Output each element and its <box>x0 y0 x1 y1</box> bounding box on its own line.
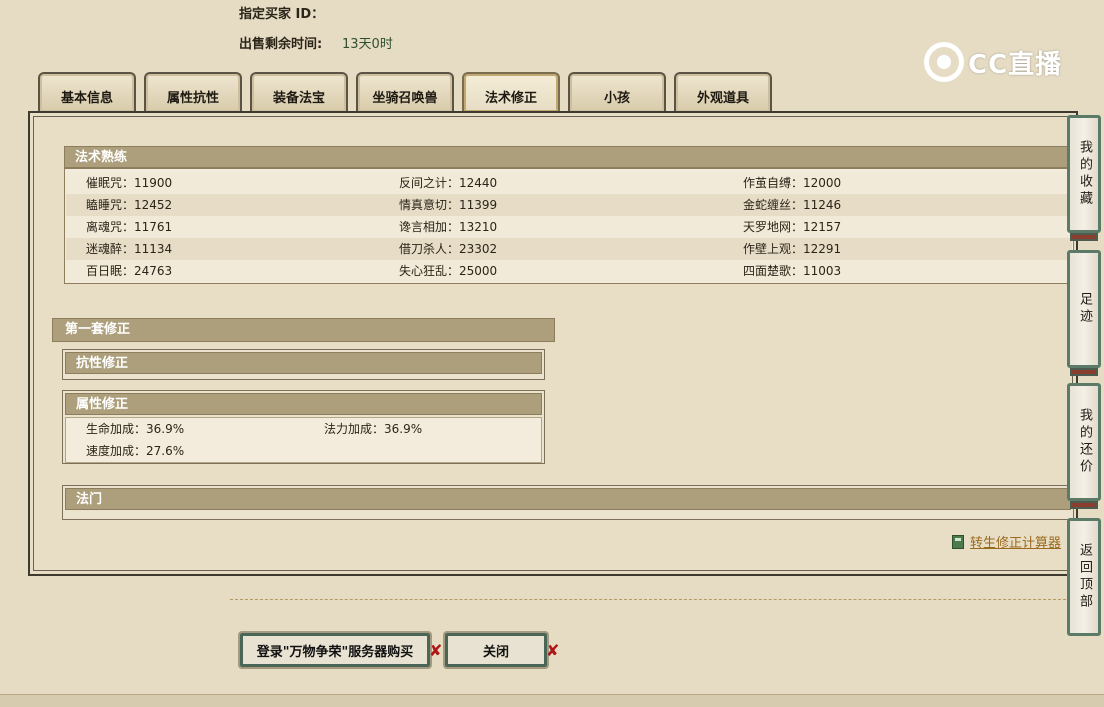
tab-child[interactable]: 小孩 <box>568 72 666 112</box>
tab-appearance[interactable]: 外观道具 <box>674 72 772 112</box>
spell-value: 迷魂醉：11134 <box>86 242 173 256</box>
spell-value: 百日眠：24763 <box>86 264 173 278</box>
tab-basic-info[interactable]: 基本信息 <box>38 72 136 112</box>
resistance-modifier-box: 抗性修正 <box>62 349 545 380</box>
cc-logo-icon <box>924 42 964 82</box>
attribute-value: 法力加成：36.9% <box>324 422 423 436</box>
first-set-header: 第一套修正 <box>52 318 555 342</box>
side-connector <box>1070 501 1098 509</box>
table-row: 百日眠：24763 失心狂乱：25000 四面楚歌：11003 <box>66 260 1072 282</box>
ribbon-icon: ✘ <box>546 641 560 660</box>
attribute-modifier-header: 属性修正 <box>65 393 542 415</box>
spell-mastery-header: 法术熟练 <box>64 146 1074 168</box>
time-remaining-label: 出售剩余时间: <box>239 37 323 52</box>
tab-attribute-resistance[interactable]: 属性抗性 <box>144 72 242 112</box>
spell-value: 金蛇缠丝：11246 <box>743 198 842 212</box>
spell-value: 瞌睡咒：12452 <box>86 198 173 212</box>
cc-live-logo: CC直播 <box>924 40 1074 84</box>
spell-value: 作茧自缚：12000 <box>743 176 842 190</box>
ribbon-icon: ✘ <box>429 641 443 660</box>
table-row: 迷魂醉：11134 借刀杀人：23302 作壁上观：12291 <box>66 238 1072 260</box>
spell-value: 失心狂乱：25000 <box>399 264 498 278</box>
spell-value: 借刀杀人：23302 <box>399 242 498 256</box>
spell-value: 作壁上观：12291 <box>743 242 842 256</box>
tab-mount-summon[interactable]: 坐骑召唤兽 <box>356 72 454 112</box>
side-footprint-button[interactable]: 足迹 <box>1067 250 1101 368</box>
close-label: 关闭 <box>482 644 509 660</box>
buy-server-label: 登录"万物争荣"服务器购买 <box>256 644 414 660</box>
attribute-value: 生命加成：36.9% <box>86 422 185 436</box>
rebirth-calculator-label: 转生修正计算器 <box>970 536 1062 551</box>
spell-value: 四面楚歌：11003 <box>743 264 842 278</box>
side-back-to-top-button[interactable]: 返回顶部 <box>1067 518 1101 636</box>
attribute-value: 速度加成：27.6% <box>86 444 185 458</box>
spell-value: 催眠咒：11900 <box>86 176 173 190</box>
cc-logo-text: CC直播 <box>968 49 1063 80</box>
side-favorites-button[interactable]: 我的收藏 <box>1067 115 1101 233</box>
school-box: 法门 <box>62 485 1074 520</box>
tab-spell-modifier[interactable]: 法术修正 <box>462 72 560 112</box>
calculator-icon <box>952 534 964 549</box>
close-button[interactable]: 关闭 ✘ <box>443 631 559 669</box>
table-row: 瞌睡咒：12452 情真意切：11399 金蛇缠丝：11246 <box>66 194 1072 216</box>
spell-value: 谗言相加：13210 <box>399 220 498 234</box>
side-back-to-top-label: 返回顶部 <box>1077 543 1092 611</box>
attribute-modifier-list: 生命加成：36.9% 法力加成：36.9% 速度加成：27.6% <box>65 417 542 463</box>
rebirth-calculator-link[interactable]: 转生修正计算器 <box>952 532 1061 551</box>
side-my-offer-button[interactable]: 我的还价 <box>1067 383 1101 501</box>
spell-value: 天罗地网：12157 <box>743 220 842 234</box>
spell-value: 反间之计：12440 <box>399 176 498 190</box>
tab-equipment[interactable]: 装备法宝 <box>250 72 348 112</box>
attribute-modifier-box: 属性修正 生命加成：36.9% 法力加成：36.9% 速度加成：27.6% <box>62 390 545 464</box>
side-favorites-label: 我的收藏 <box>1077 140 1092 208</box>
bottom-bar <box>0 694 1104 707</box>
buyer-id-label: 指定买家 ID： <box>239 7 325 22</box>
side-footprint-label: 足迹 <box>1077 292 1092 326</box>
table-row: 催眠咒：11900 反间之计：12440 作茧自缚：12000 <box>66 172 1072 194</box>
buy-server-button[interactable]: 登录"万物争荣"服务器购买 ✘ <box>238 631 442 669</box>
side-my-offer-label: 我的还价 <box>1077 408 1092 476</box>
side-connector <box>1070 233 1098 241</box>
table-row: 离魂咒：11761 谗言相加：13210 天罗地网：12157 <box>66 216 1072 238</box>
divider <box>230 599 1076 600</box>
resistance-modifier-header: 抗性修正 <box>65 352 542 374</box>
spell-value: 情真意切：11399 <box>399 198 498 212</box>
spell-value: 离魂咒：11761 <box>86 220 173 234</box>
time-remaining-value: 13天0时 <box>342 37 393 52</box>
side-connector <box>1070 368 1098 376</box>
school-header: 法门 <box>65 488 1071 510</box>
spell-mastery-table: 催眠咒：11900 反间之计：12440 作茧自缚：12000 瞌睡咒：1245… <box>64 168 1074 284</box>
